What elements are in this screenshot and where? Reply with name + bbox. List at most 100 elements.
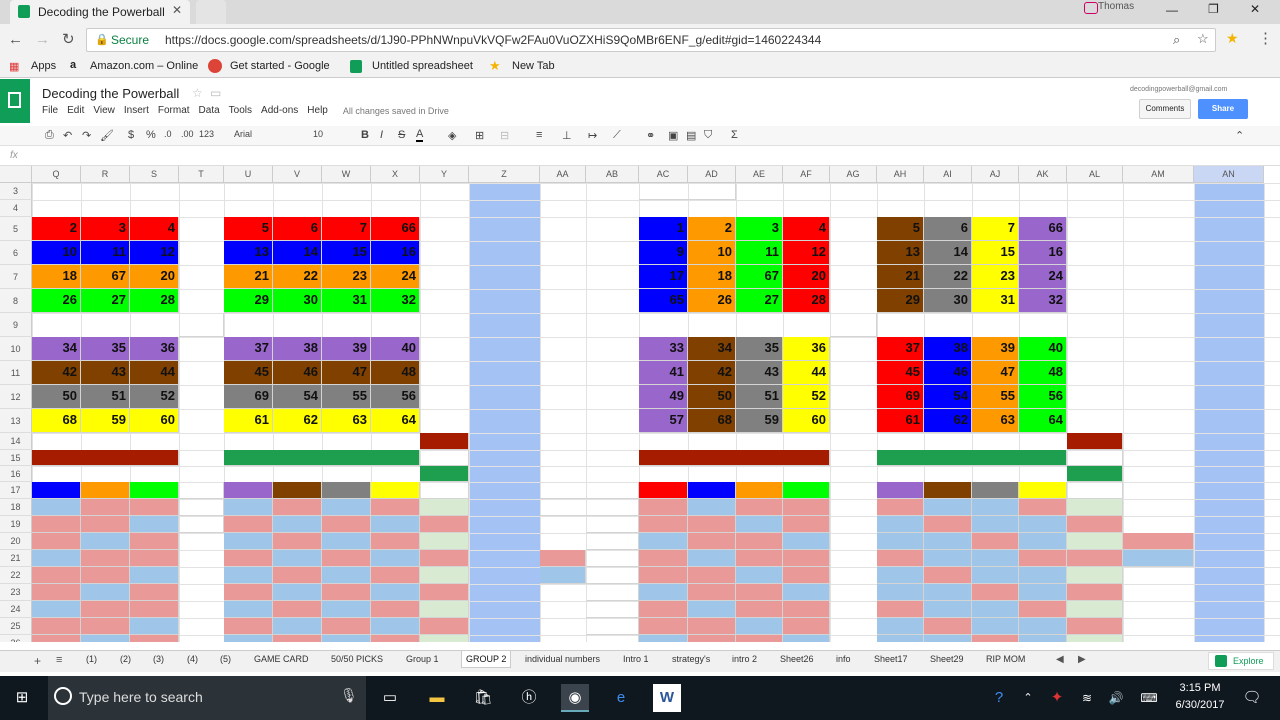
stat-cell[interactable] bbox=[877, 601, 924, 618]
number-cell[interactable]: 56 bbox=[1019, 385, 1067, 409]
stat-cell[interactable] bbox=[736, 499, 783, 516]
number-cell[interactable]: 38 bbox=[273, 337, 322, 361]
number-cell[interactable]: 39 bbox=[322, 337, 371, 361]
sheet-tab[interactable]: intro 2 bbox=[732, 654, 757, 664]
number-cell[interactable]: 14 bbox=[924, 241, 972, 265]
number-cell[interactable]: 16 bbox=[1019, 241, 1067, 265]
group-label-3[interactable] bbox=[830, 313, 877, 337]
scroll-tabs-right-icon[interactable]: ▶ bbox=[1078, 654, 1086, 665]
stat-cell[interactable] bbox=[130, 635, 179, 642]
number-cell[interactable]: 60 bbox=[783, 409, 830, 433]
stat-cell[interactable] bbox=[32, 635, 81, 642]
count-cell[interactable] bbox=[586, 550, 639, 567]
stat-sum[interactable] bbox=[1067, 584, 1123, 601]
number-cell[interactable]: 31 bbox=[322, 289, 371, 313]
number-cell[interactable]: 47 bbox=[972, 361, 1019, 385]
stat-cell[interactable] bbox=[972, 499, 1019, 516]
number-cell[interactable]: 46 bbox=[273, 361, 322, 385]
reload-icon[interactable]: ↻ bbox=[62, 30, 75, 48]
keyboard-icon[interactable]: ⌨ bbox=[1135, 684, 1163, 712]
stat-cell[interactable] bbox=[1019, 499, 1067, 516]
number-cell[interactable]: 16 bbox=[371, 241, 420, 265]
number-cell[interactable]: 44 bbox=[130, 361, 179, 385]
window-close-icon[interactable]: ✕ bbox=[1250, 2, 1260, 16]
value-70[interactable] bbox=[1067, 482, 1123, 499]
column-header[interactable]: V bbox=[273, 166, 322, 183]
number-cell[interactable]: 1 bbox=[639, 217, 688, 241]
stat-cell[interactable] bbox=[639, 567, 688, 584]
stat-cell[interactable] bbox=[736, 516, 783, 533]
stat-cell[interactable] bbox=[224, 635, 273, 642]
stat-sum[interactable] bbox=[1067, 516, 1123, 533]
number-cell[interactable]: 23 bbox=[322, 265, 371, 289]
stat-cell[interactable] bbox=[688, 635, 736, 642]
stat-sum[interactable] bbox=[1067, 499, 1123, 516]
number-cell[interactable]: 38 bbox=[924, 337, 972, 361]
stat-cell[interactable] bbox=[322, 635, 371, 642]
paint-format-icon[interactable]: 🖌 bbox=[100, 129, 114, 142]
stat-sum[interactable] bbox=[420, 635, 469, 642]
number-cell[interactable]: 9 bbox=[639, 241, 688, 265]
number-cell[interactable]: 66 bbox=[371, 217, 420, 241]
color-header[interactable] bbox=[783, 482, 830, 499]
stat-cell[interactable] bbox=[639, 601, 688, 618]
stat-cell[interactable] bbox=[224, 567, 273, 584]
stat-cell[interactable] bbox=[81, 550, 130, 567]
wrap-icon[interactable]: ↦ bbox=[588, 129, 597, 142]
row-header[interactable]: 16 bbox=[0, 466, 32, 482]
number-cell[interactable]: 6 bbox=[924, 217, 972, 241]
cold-legend[interactable] bbox=[1123, 550, 1194, 567]
number-cell[interactable]: 3 bbox=[736, 217, 783, 241]
number-cell[interactable]: 64 bbox=[1019, 409, 1067, 433]
stat-cell[interactable] bbox=[371, 567, 420, 584]
stat-cell[interactable] bbox=[639, 635, 688, 642]
number-format-dropdown[interactable]: 123 bbox=[199, 129, 214, 139]
menu-addons[interactable]: Add-ons bbox=[261, 105, 298, 119]
row-header[interactable]: 12 bbox=[0, 385, 32, 409]
count-cell[interactable] bbox=[586, 601, 639, 618]
user-name[interactable]: Thomas bbox=[1098, 1, 1134, 12]
notifications-icon[interactable]: 🗨 bbox=[1238, 684, 1266, 712]
taskbar-search[interactable]: Type here to search 🎙 bbox=[48, 676, 366, 720]
stat-cell[interactable] bbox=[877, 618, 924, 635]
font-size-dropdown[interactable]: 10 bbox=[313, 129, 323, 139]
number-cell[interactable]: 23 bbox=[972, 265, 1019, 289]
tray-chevron-icon[interactable]: ⌃ bbox=[1014, 684, 1042, 712]
number-cell[interactable]: 45 bbox=[877, 361, 924, 385]
row-header[interactable]: 11 bbox=[0, 361, 32, 385]
menu-help[interactable]: Help bbox=[307, 105, 328, 119]
row-header[interactable]: 24 bbox=[0, 601, 32, 618]
color-header[interactable] bbox=[322, 482, 371, 499]
number-cell[interactable]: 65 bbox=[639, 289, 688, 313]
cold-legend[interactable] bbox=[540, 567, 586, 584]
number-cell[interactable]: 2 bbox=[32, 217, 81, 241]
row-header[interactable]: 20 bbox=[0, 533, 32, 550]
number-cell[interactable]: 32 bbox=[1019, 289, 1067, 313]
functions-icon[interactable]: Σ bbox=[731, 129, 738, 141]
row-header[interactable]: 10 bbox=[0, 337, 32, 361]
stat-cell[interactable] bbox=[783, 601, 830, 618]
stat-cell[interactable] bbox=[1019, 533, 1067, 550]
zoom-icon[interactable]: ⌕ bbox=[1173, 32, 1180, 48]
sheet-tab[interactable]: strategy's bbox=[672, 654, 710, 664]
stat-cell[interactable] bbox=[972, 516, 1019, 533]
stat-cell[interactable] bbox=[322, 601, 371, 618]
stat-cell[interactable] bbox=[783, 516, 830, 533]
stat-cell[interactable] bbox=[130, 550, 179, 567]
sheet-tab[interactable]: GAME CARD bbox=[254, 654, 309, 664]
help-icon[interactable]: ? bbox=[985, 684, 1013, 712]
stat-cell[interactable] bbox=[924, 533, 972, 550]
stat-cell[interactable] bbox=[224, 550, 273, 567]
column-header[interactable]: AF bbox=[783, 166, 830, 183]
left-side-small[interactable] bbox=[420, 433, 469, 450]
number-cell[interactable]: 37 bbox=[877, 337, 924, 361]
color-header[interactable] bbox=[688, 482, 736, 499]
link-icon[interactable]: ⚭ bbox=[646, 129, 655, 142]
stat-cell[interactable] bbox=[1019, 516, 1067, 533]
stat-cell[interactable] bbox=[736, 601, 783, 618]
color-header[interactable] bbox=[371, 482, 420, 499]
text-color-icon[interactable]: A bbox=[416, 129, 424, 142]
number-cell[interactable]: 39 bbox=[972, 337, 1019, 361]
number-cell[interactable]: 34 bbox=[688, 337, 736, 361]
number-cell[interactable]: 57 bbox=[639, 409, 688, 433]
